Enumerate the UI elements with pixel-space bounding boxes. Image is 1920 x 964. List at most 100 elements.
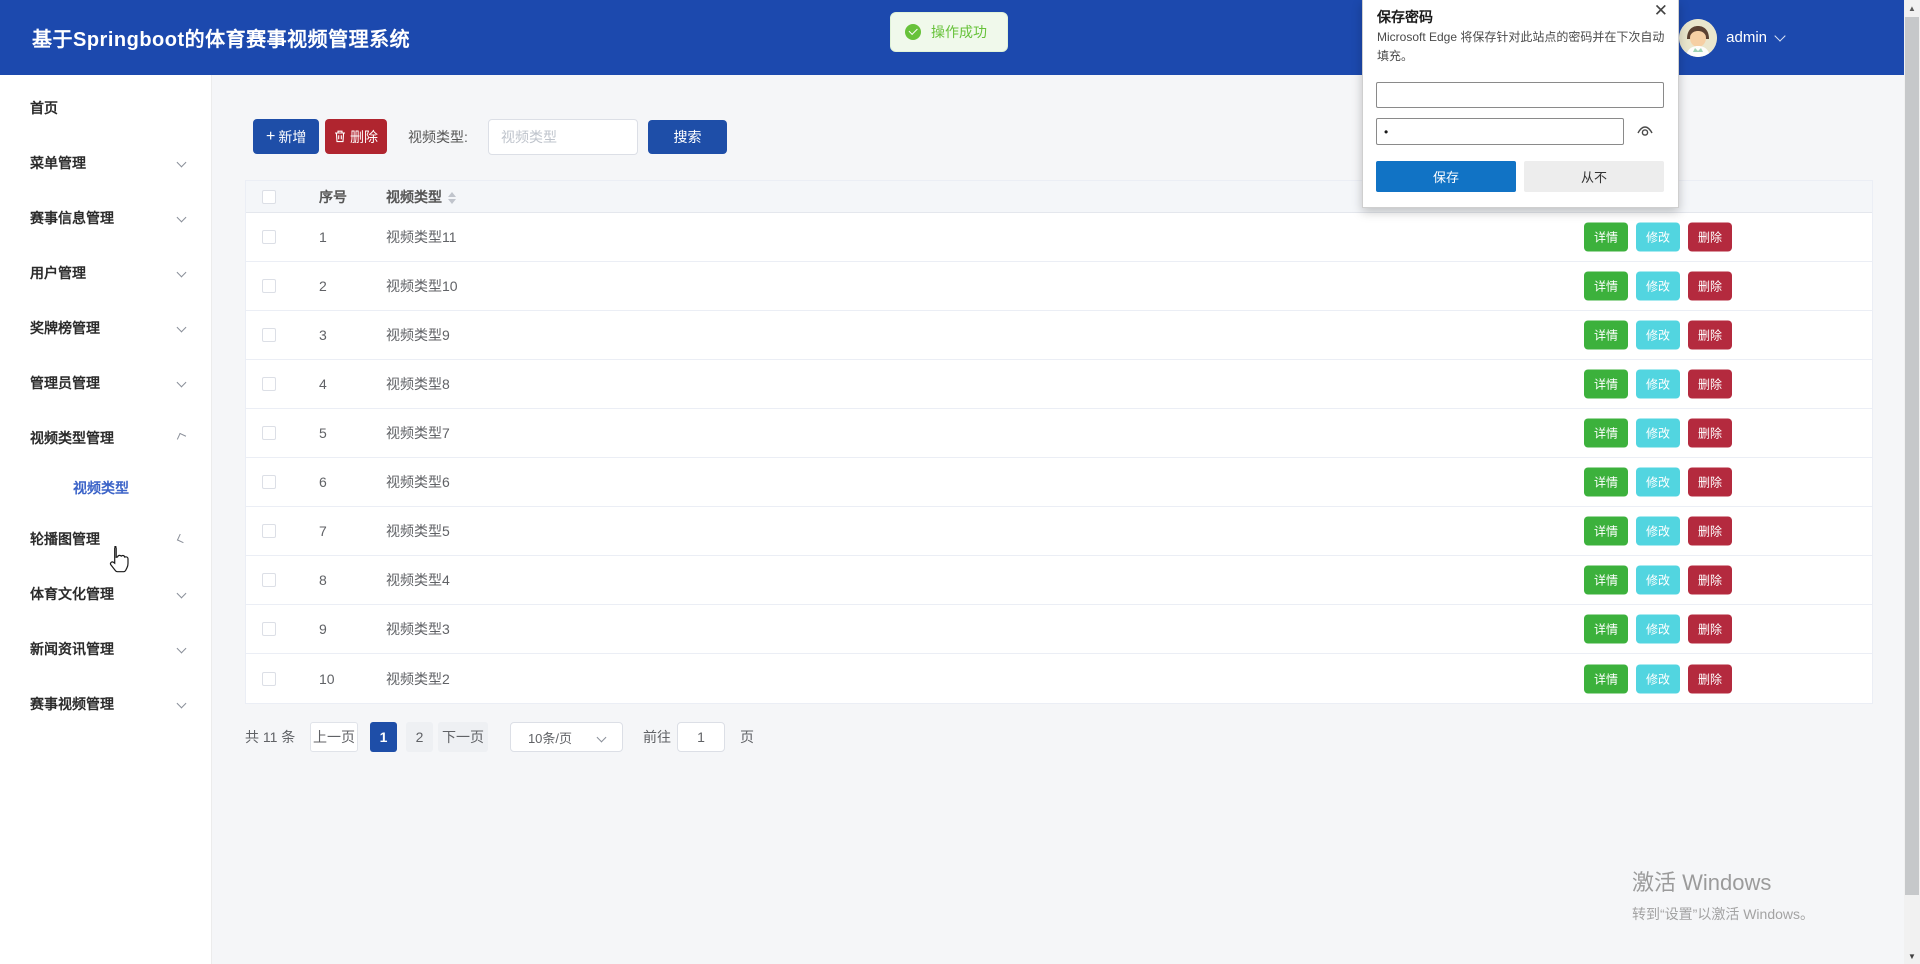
- close-icon[interactable]: ✕: [1654, 1, 1668, 21]
- scrollbar[interactable]: ▲ ▼: [1904, 0, 1920, 964]
- row-checkbox[interactable]: [262, 279, 276, 293]
- pagination: 共 11 条 上一页 1 2 下一页 10条/页 前往 页: [212, 722, 1904, 752]
- username-field[interactable]: [1376, 82, 1664, 108]
- prev-page-button[interactable]: 上一页: [310, 722, 358, 752]
- reveal-password-eye-icon[interactable]: [1635, 121, 1655, 141]
- detail-button[interactable]: 详情: [1584, 664, 1629, 693]
- edit-button[interactable]: 修改: [1636, 418, 1681, 448]
- row-checkbox[interactable]: [262, 524, 276, 538]
- avatar[interactable]: [1679, 18, 1718, 57]
- sidebar-item[interactable]: 赛事信息管理: [0, 190, 211, 245]
- detail-button[interactable]: 详情: [1584, 320, 1629, 350]
- detail-button[interactable]: 详情: [1584, 369, 1629, 399]
- sidebar-item[interactable]: 视频类型: [0, 465, 211, 511]
- search-button[interactable]: 搜索: [648, 120, 727, 154]
- page-number-button[interactable]: 2: [406, 722, 433, 752]
- detail-button[interactable]: 详情: [1584, 222, 1629, 252]
- detail-button[interactable]: 详情: [1584, 467, 1629, 497]
- edit-button[interactable]: 修改: [1636, 222, 1681, 252]
- row-checkbox[interactable]: [262, 230, 276, 244]
- chevron-icon: [176, 377, 187, 388]
- never-save-button[interactable]: 从不: [1524, 161, 1664, 192]
- password-field[interactable]: [1376, 118, 1624, 145]
- row-video-type: 视频类型8: [386, 376, 450, 392]
- sidebar-item-label: 首页: [30, 99, 58, 116]
- page-size-select[interactable]: 10条/页: [510, 722, 623, 752]
- row-checkbox[interactable]: [262, 426, 276, 440]
- detail-button[interactable]: 详情: [1584, 418, 1629, 448]
- row-index: 9: [319, 621, 327, 637]
- edit-button[interactable]: 修改: [1636, 467, 1681, 497]
- save-password-button[interactable]: 保存: [1376, 161, 1516, 192]
- row-index: 1: [319, 229, 327, 245]
- row-actions: 详情 修改 删除: [1584, 320, 1733, 350]
- next-page-button[interactable]: 下一页: [438, 722, 488, 752]
- row-video-type: 视频类型4: [386, 572, 450, 588]
- chevron-icon: [176, 698, 187, 709]
- row-checkbox[interactable]: [262, 573, 276, 587]
- delete-button[interactable]: 删除: [1688, 222, 1733, 252]
- delete-button[interactable]: 删除: [1688, 369, 1733, 399]
- table-row: 8 视频类型4 详情 修改 删除: [246, 556, 1872, 605]
- sidebar-item-label: 视频类型: [73, 480, 129, 496]
- add-button[interactable]: + 新增: [253, 119, 320, 154]
- delete-button[interactable]: 删除: [1688, 614, 1733, 644]
- goto-label: 前往: [643, 729, 671, 745]
- sidebar-item[interactable]: 奖牌榜管理: [0, 300, 211, 355]
- detail-button[interactable]: 详情: [1584, 271, 1629, 301]
- delete-button[interactable]: 删除: [1688, 418, 1733, 448]
- select-all-checkbox[interactable]: [262, 189, 276, 204]
- delete-button[interactable]: 删除: [1688, 467, 1733, 497]
- edit-button[interactable]: 修改: [1636, 369, 1681, 399]
- sidebar-item[interactable]: 赛事视频管理: [0, 676, 211, 731]
- user-menu[interactable]: admin: [1679, 0, 1786, 75]
- row-checkbox[interactable]: [262, 377, 276, 391]
- sidebar-item[interactable]: 新闻资讯管理: [0, 621, 211, 676]
- edit-button[interactable]: 修改: [1636, 271, 1681, 301]
- chevron-icon: [176, 157, 187, 168]
- plus-icon: +: [266, 127, 276, 145]
- sidebar-item[interactable]: 首页: [0, 80, 211, 135]
- sidebar-item[interactable]: 管理员管理: [0, 355, 211, 410]
- scroll-up-arrow-icon[interactable]: ▲: [1904, 0, 1920, 16]
- sidebar-item[interactable]: 用户管理: [0, 245, 211, 300]
- page-number-button[interactable]: 1: [370, 722, 397, 752]
- sidebar-item[interactable]: 菜单管理: [0, 135, 211, 190]
- delete-button[interactable]: 删除: [1688, 664, 1733, 693]
- row-checkbox[interactable]: [262, 622, 276, 636]
- edit-button[interactable]: 修改: [1636, 320, 1681, 350]
- detail-button[interactable]: 详情: [1584, 614, 1629, 644]
- delete-button[interactable]: 删除: [1688, 320, 1733, 350]
- scroll-down-arrow-icon[interactable]: ▼: [1904, 948, 1920, 964]
- detail-button[interactable]: 详情: [1584, 516, 1629, 546]
- edit-button[interactable]: 修改: [1636, 664, 1681, 693]
- success-toast: 操作成功: [890, 12, 1008, 52]
- video-type-filter-input[interactable]: [488, 119, 638, 155]
- row-checkbox[interactable]: [262, 671, 276, 686]
- detail-button[interactable]: 详情: [1584, 565, 1629, 595]
- row-video-type: 视频类型9: [386, 327, 450, 343]
- bulk-delete-button[interactable]: 删除: [325, 119, 387, 154]
- sort-icon[interactable]: [448, 191, 456, 204]
- delete-button[interactable]: 删除: [1688, 271, 1733, 301]
- toast-message: 操作成功: [931, 24, 987, 40]
- edit-button[interactable]: 修改: [1636, 565, 1681, 595]
- table-row: 7 视频类型5 详情 修改 删除: [246, 507, 1872, 556]
- table-row: 6 视频类型6 详情 修改 删除: [246, 458, 1872, 507]
- goto-page-input[interactable]: [677, 722, 725, 752]
- delete-button[interactable]: 删除: [1688, 565, 1733, 595]
- row-actions: 详情 修改 删除: [1584, 664, 1733, 693]
- edit-button[interactable]: 修改: [1636, 516, 1681, 546]
- delete-button[interactable]: 删除: [1688, 516, 1733, 546]
- column-header-type: 视频类型: [386, 187, 456, 207]
- row-checkbox[interactable]: [262, 475, 276, 489]
- chevron-icon: [176, 588, 187, 599]
- sidebar-item-label: 用户管理: [30, 264, 86, 281]
- scrollbar-thumb[interactable]: [1905, 17, 1919, 895]
- sidebar-item[interactable]: 体育文化管理: [0, 566, 211, 621]
- row-checkbox[interactable]: [262, 328, 276, 342]
- edit-button[interactable]: 修改: [1636, 614, 1681, 644]
- dialog-title: 保存密码: [1377, 9, 1433, 25]
- sidebar-item[interactable]: 视频类型管理: [0, 410, 211, 465]
- sidebar-item[interactable]: 轮播图管理: [0, 511, 211, 566]
